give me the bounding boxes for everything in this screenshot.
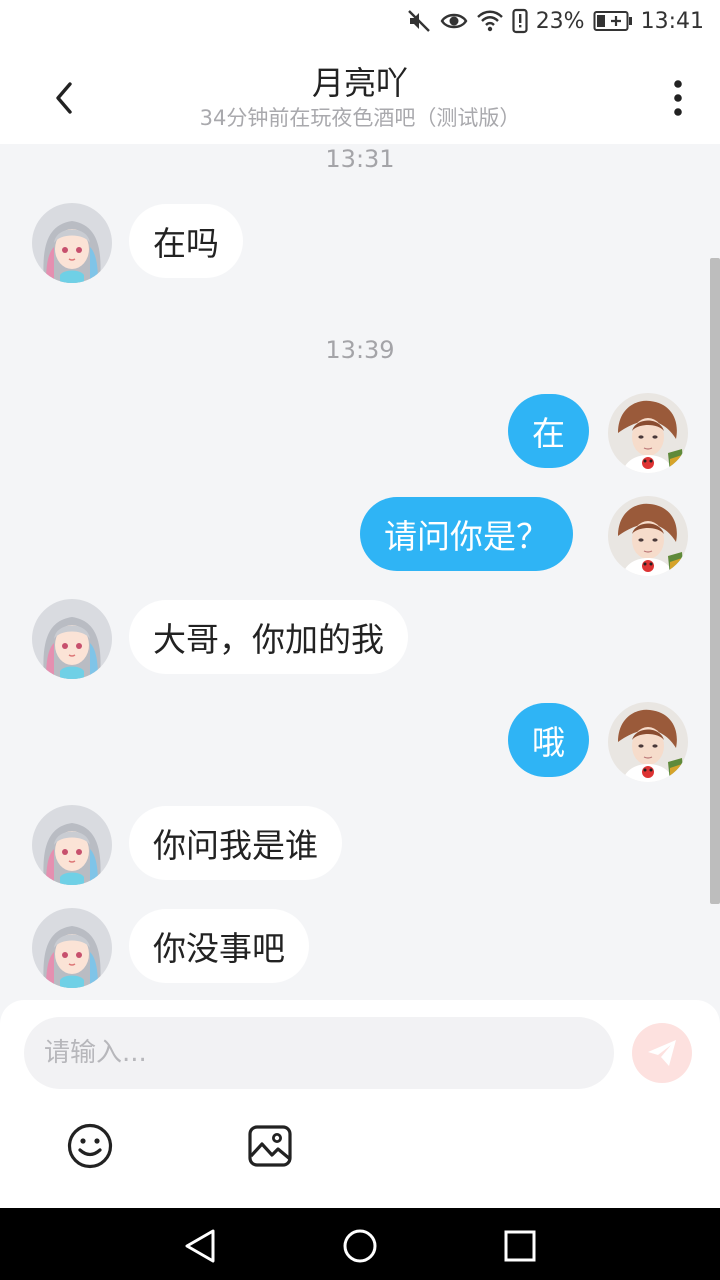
- send-button[interactable]: [632, 1023, 692, 1083]
- message-input-box[interactable]: [24, 1017, 614, 1089]
- composer: [0, 1000, 720, 1208]
- message-list[interactable]: 13:31 在吗 13:39 在 请问你是？ 大哥，你加的我 哦 你问我是谁 你…: [0, 144, 720, 1000]
- triangle-back-icon: [185, 1229, 215, 1263]
- timestamp: 13:39: [325, 336, 395, 364]
- status-icons: 23% 13:41: [406, 8, 704, 34]
- contact-name: 月亮吖: [311, 64, 408, 102]
- message-bubble-outgoing[interactable]: 在: [508, 394, 589, 468]
- message-bubble-incoming[interactable]: 你没事吧: [129, 909, 309, 983]
- message-bubble-outgoing[interactable]: 请问你是？: [360, 497, 573, 571]
- contact-avatar[interactable]: [32, 599, 112, 679]
- nav-recents-button[interactable]: [500, 1226, 540, 1266]
- emoji-button[interactable]: [66, 1122, 114, 1170]
- smiley-icon: [67, 1123, 113, 1169]
- message-bubble-outgoing[interactable]: 哦: [508, 703, 589, 777]
- wifi-icon: [476, 8, 504, 34]
- message-bubble-incoming[interactable]: 你问我是谁: [129, 806, 342, 880]
- chat-header: 月亮吖 34分钟前在玩夜色酒吧（测试版）: [0, 50, 720, 144]
- contact-avatar[interactable]: [32, 908, 112, 988]
- my-avatar[interactable]: [608, 702, 688, 782]
- message-bubble-incoming[interactable]: 大哥，你加的我: [129, 600, 408, 674]
- mute-icon: [406, 8, 432, 34]
- eye-icon: [440, 8, 468, 34]
- back-button[interactable]: [40, 74, 88, 122]
- my-avatar[interactable]: [608, 496, 688, 576]
- nav-back-button[interactable]: [180, 1226, 220, 1266]
- contact-avatar[interactable]: [32, 203, 112, 283]
- nav-home-button[interactable]: [340, 1226, 380, 1266]
- system-nav-bar: [0, 1208, 720, 1280]
- more-vertical-icon: [674, 80, 682, 116]
- more-options-button[interactable]: [658, 74, 698, 122]
- message-bubble-incoming[interactable]: 在吗: [129, 204, 243, 278]
- my-avatar[interactable]: [608, 393, 688, 473]
- square-recents-icon: [504, 1230, 536, 1262]
- alert-icon: [512, 8, 528, 34]
- send-icon: [648, 1040, 676, 1066]
- message-input[interactable]: [24, 1017, 614, 1089]
- timestamp: 13:31: [325, 145, 395, 173]
- image-icon: [248, 1125, 292, 1167]
- status-bar: 23% 13:41: [0, 0, 720, 50]
- image-button[interactable]: [246, 1122, 294, 1170]
- contact-avatar[interactable]: [32, 805, 112, 885]
- battery-icon: [593, 10, 633, 32]
- circle-home-icon: [343, 1229, 377, 1263]
- scrollbar[interactable]: [710, 258, 720, 904]
- battery-percent: 23%: [535, 8, 585, 34]
- status-time: 13:41: [640, 8, 704, 34]
- chevron-left-icon: [56, 82, 72, 114]
- contact-status: 34分钟前在玩夜色酒吧（测试版）: [199, 106, 521, 130]
